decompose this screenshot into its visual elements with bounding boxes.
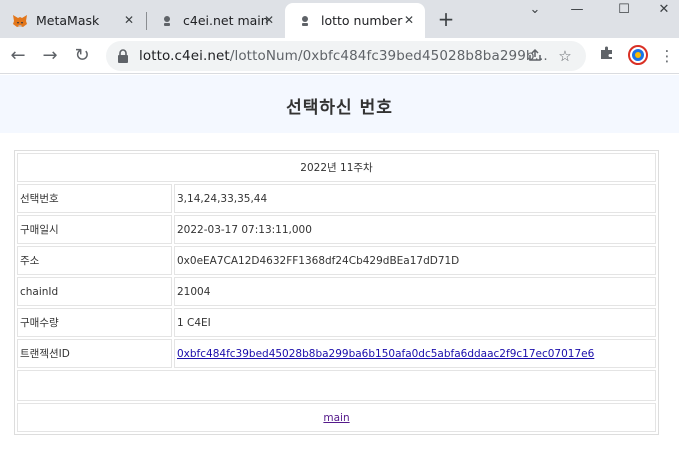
close-icon[interactable]: ✕: [261, 12, 277, 28]
close-icon[interactable]: ✕: [121, 12, 137, 28]
url-path: /lottoNum/0xbfc484fc39bed45028b8ba299b..…: [229, 48, 548, 64]
metamask-fox-icon: [12, 13, 28, 29]
page-header: 선택하신 번호: [0, 75, 679, 133]
share-icon[interactable]: [526, 47, 544, 65]
row-label: 주소: [17, 246, 172, 275]
lotto-info-table: 2022년 11주차 선택번호 3,14,24,33,35,44 구매일시 20…: [14, 150, 659, 435]
address-bar[interactable]: lotto.c4ei.net/lottoNum/0xbfc484fc39bed4…: [106, 41, 586, 71]
table-row: 2022년 11주차: [17, 153, 656, 182]
tab-title: MetaMask: [36, 13, 100, 28]
tab-title: c4ei.net main: [183, 13, 269, 28]
week-cell: 2022년 11주차: [17, 153, 656, 182]
minimize-icon[interactable]: —: [560, 0, 594, 20]
new-tab-button[interactable]: +: [436, 9, 456, 29]
selected-numbers-value: 3,14,24,33,35,44: [174, 184, 656, 213]
back-arrow-icon[interactable]: ←: [6, 44, 30, 68]
page-icon: [297, 13, 313, 29]
tab-lotto-number[interactable]: lotto number ✕: [285, 3, 425, 38]
lock-icon[interactable]: [116, 48, 130, 64]
maximize-icon[interactable]: ☐: [607, 0, 641, 20]
purchase-quantity-value: 1 C4EI: [174, 308, 656, 337]
profile-avatar-icon[interactable]: [627, 45, 649, 67]
table-row: 트랜젝션ID 0xbfc484fc39bed45028b8ba299ba6b15…: [17, 339, 656, 368]
page-icon: [159, 13, 175, 29]
bookmark-star-icon[interactable]: ☆: [556, 47, 574, 65]
page-title: 선택하신 번호: [286, 98, 393, 118]
close-icon[interactable]: ✕: [401, 12, 417, 28]
page-content: 선택하신 번호 2022년 11주차 선택번호 3,14,24,33,35,44…: [0, 75, 679, 461]
table-row: 선택번호 3,14,24,33,35,44: [17, 184, 656, 213]
browser-tab-strip: MetaMask ✕ c4ei.net main ✕ lotto number …: [0, 0, 679, 38]
table-row: main: [17, 403, 656, 432]
extensions-puzzle-icon[interactable]: [596, 45, 618, 67]
browser-toolbar: ← → ↻ lotto.c4ei.net/lottoNum/0xbfc484fc…: [0, 38, 679, 74]
tab-metamask[interactable]: MetaMask ✕: [0, 3, 145, 38]
transaction-id-cell: 0xbfc484fc39bed45028b8ba299ba6b150afa0dc…: [174, 339, 656, 368]
table-row: chainId 21004: [17, 277, 656, 306]
row-label: 구매일시: [17, 215, 172, 244]
reload-icon[interactable]: ↻: [70, 44, 94, 68]
table-row: 구매일시 2022-03-17 07:13:11,000: [17, 215, 656, 244]
row-label: 트랜젝션ID: [17, 339, 172, 368]
table-row: [17, 370, 656, 401]
transaction-id-link[interactable]: 0xbfc484fc39bed45028b8ba299ba6b150afa0dc…: [177, 348, 594, 360]
close-window-icon[interactable]: ✕: [647, 0, 679, 20]
footer-cell: main: [17, 403, 656, 432]
purchase-date-value: 2022-03-17 07:13:11,000: [174, 215, 656, 244]
forward-arrow-icon[interactable]: →: [38, 44, 62, 68]
tab-c4ei-main[interactable]: c4ei.net main ✕: [147, 3, 285, 38]
address-value: 0x0eEA7CA12D4632FF1368df24Cb429dBEa17dD7…: [174, 246, 656, 275]
chevron-down-icon[interactable]: ⌄: [518, 0, 552, 20]
url-host: lotto.c4ei.net: [139, 48, 230, 64]
row-label: 구매수량: [17, 308, 172, 337]
row-label: chainId: [17, 277, 172, 306]
chain-id-value: 21004: [174, 277, 656, 306]
table-row: 주소 0x0eEA7CA12D4632FF1368df24Cb429dBEa17…: [17, 246, 656, 275]
main-link[interactable]: main: [323, 412, 349, 424]
more-menu-icon[interactable]: ⋮: [656, 45, 678, 67]
table-row: 구매수량 1 C4EI: [17, 308, 656, 337]
empty-cell: [17, 370, 656, 401]
tab-title: lotto number: [321, 13, 403, 28]
url-text[interactable]: lotto.c4ei.net/lottoNum/0xbfc484fc39bed4…: [139, 48, 548, 64]
row-label: 선택번호: [17, 184, 172, 213]
